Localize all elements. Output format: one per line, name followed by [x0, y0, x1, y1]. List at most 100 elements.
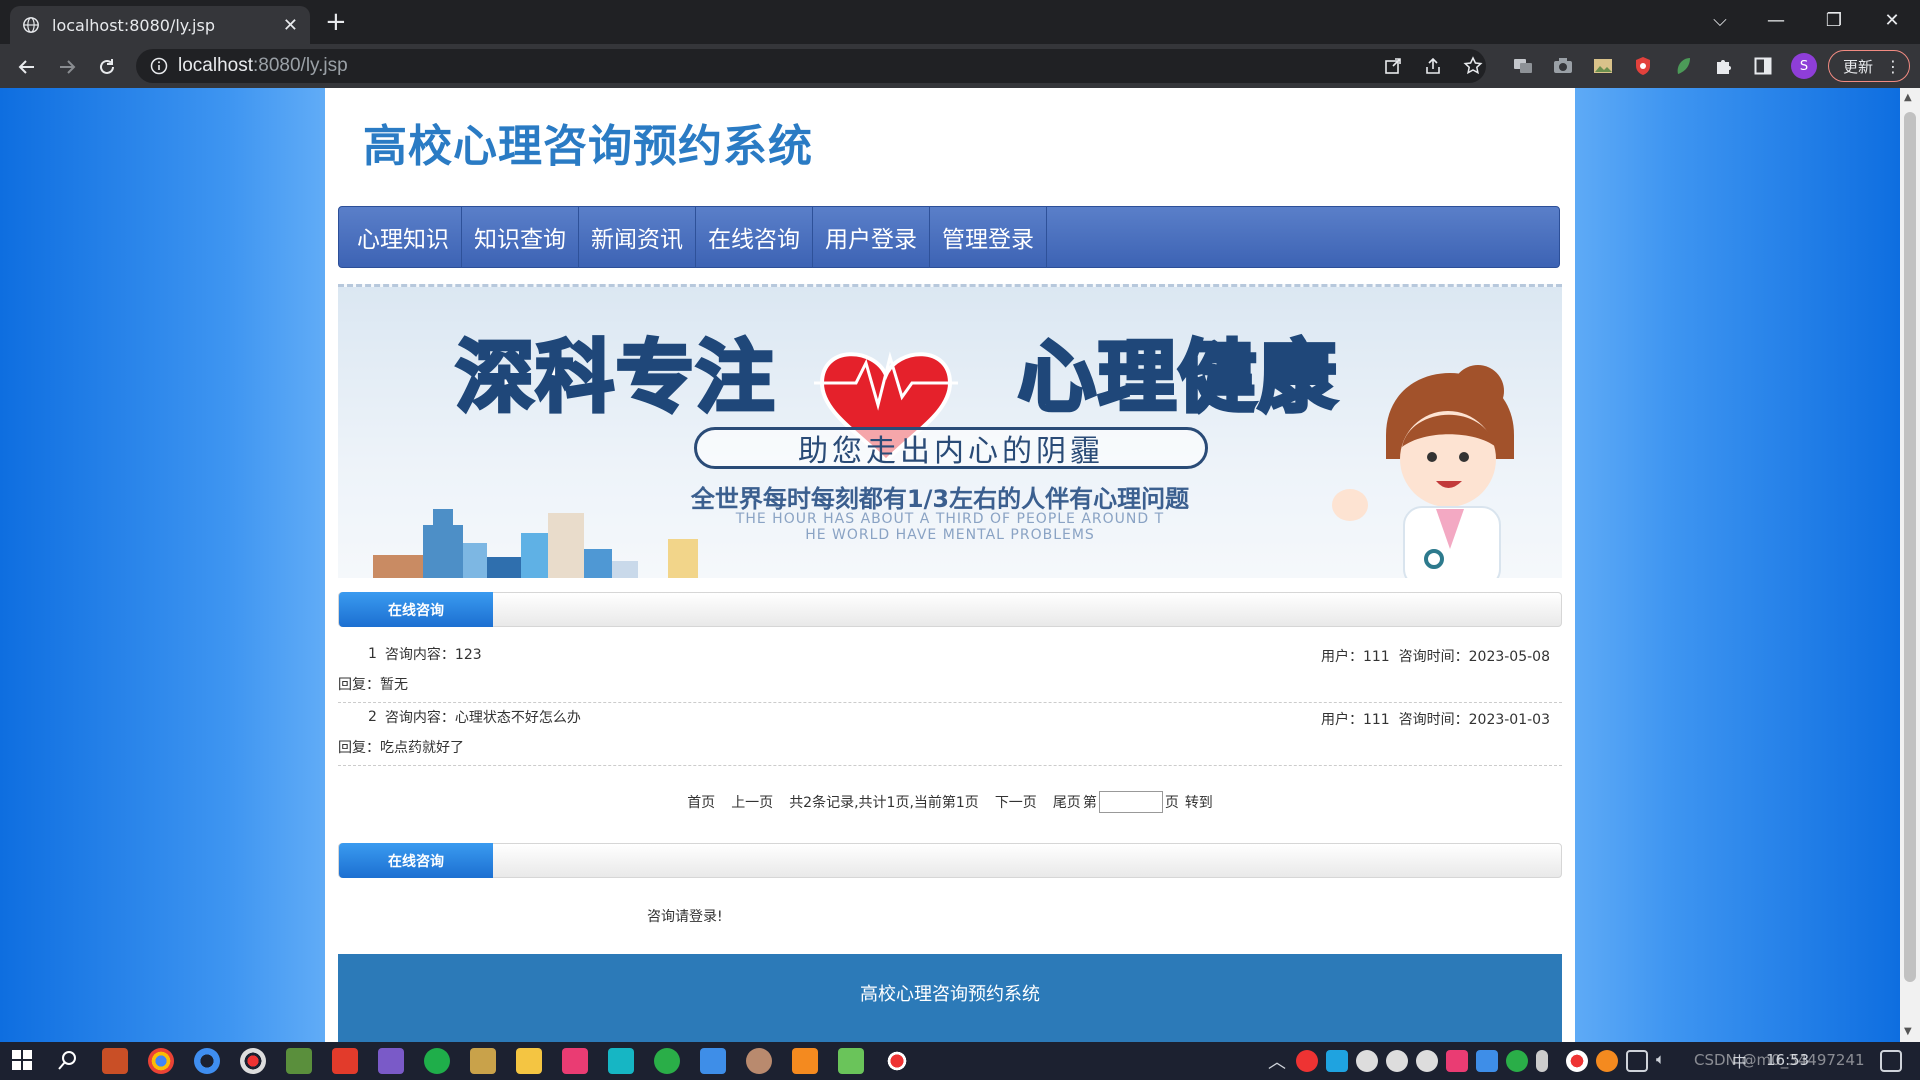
- update-label: 更新: [1843, 57, 1874, 76]
- reload-icon[interactable]: [93, 53, 121, 81]
- scrollbar-thumb[interactable]: [1904, 112, 1916, 982]
- tray-app-icon[interactable]: [1596, 1050, 1618, 1072]
- page-scrollbar[interactable]: ▲ ▼: [1900, 88, 1920, 1042]
- app-icon[interactable]: [470, 1048, 496, 1074]
- camera-extension-icon[interactable]: [1550, 53, 1576, 79]
- tray-qq-icon[interactable]: [1386, 1050, 1408, 1072]
- close-tab-icon[interactable]: ✕: [283, 15, 298, 36]
- edge-icon[interactable]: [194, 1048, 220, 1074]
- wechat-icon[interactable]: [654, 1048, 680, 1074]
- image-extension-icon[interactable]: [1590, 53, 1616, 79]
- entry-reply: 回复：暂无: [338, 677, 408, 693]
- pager-first-link[interactable]: 首页: [687, 792, 715, 812]
- app-icon[interactable]: [746, 1048, 772, 1074]
- browser-tab-strip: localhost:8080/ly.jsp ✕ + ⌵ — ❐ ✕: [0, 0, 1920, 44]
- pager-goto-link[interactable]: 转到: [1185, 792, 1213, 812]
- volume-icon[interactable]: 🔈︎: [1656, 1050, 1665, 1068]
- entry-content: 咨询内容：心理状态不好怎么办: [384, 710, 581, 726]
- tray-mic-icon[interactable]: [1536, 1050, 1548, 1072]
- window-close-icon[interactable]: ✕: [1864, 0, 1920, 40]
- tray-overflow-icon[interactable]: ︿: [1268, 1048, 1286, 1074]
- notification-icon[interactable]: [1880, 1050, 1902, 1072]
- app-icon[interactable]: [838, 1048, 864, 1074]
- consult-section-header: 在线咨询: [338, 592, 1562, 627]
- open-in-app-icon[interactable]: [1380, 53, 1406, 79]
- banner-line-en-2: HE WORLD HAVE MENTAL PROBLEMS: [805, 527, 1095, 543]
- menu-dots-icon[interactable]: ⋮: [1885, 57, 1901, 76]
- nav-item-psych-knowledge[interactable]: 心理知识: [345, 206, 462, 268]
- entry-user: 用户：111: [1320, 712, 1390, 728]
- address-bar[interactable]: localhost:8080/ly.jsp: [136, 49, 1486, 83]
- tray-qq-icon[interactable]: [1356, 1050, 1378, 1072]
- forward-arrow-icon[interactable]: [53, 53, 81, 81]
- app-icon[interactable]: [378, 1048, 404, 1074]
- minimize-icon[interactable]: —: [1748, 0, 1804, 40]
- file-explorer-icon[interactable]: [516, 1048, 542, 1074]
- update-button[interactable]: 更新 ⋮: [1828, 50, 1910, 82]
- pager-page-input[interactable]: [1098, 791, 1163, 813]
- shield-extension-icon[interactable]: [1630, 53, 1656, 79]
- browser-tab[interactable]: localhost:8080/ly.jsp ✕: [10, 6, 310, 44]
- tab-title: localhost:8080/ly.jsp: [52, 15, 215, 35]
- back-arrow-icon[interactable]: [13, 53, 41, 81]
- tray-record-icon[interactable]: [1566, 1050, 1588, 1072]
- nurse-cartoon: [1332, 365, 1514, 578]
- entry-number: 2: [368, 709, 377, 725]
- extensions-puzzle-icon[interactable]: [1710, 53, 1736, 79]
- banner-heading-left: 深科专注: [454, 331, 777, 425]
- nav-item-admin-login[interactable]: 管理登录: [930, 206, 1047, 268]
- entry-time: 咨询时间：2023-05-08: [1398, 649, 1550, 665]
- nav-item-news[interactable]: 新闻资讯: [579, 206, 696, 268]
- network-icon[interactable]: [1626, 1050, 1648, 1072]
- tab-search-chevron-icon[interactable]: ⌵: [1692, 0, 1748, 40]
- page-container: 高校心理咨询预约系统 心理知识 知识查询 新闻资讯 在线咨询 用户登录 管理登录: [325, 88, 1575, 1042]
- nav-item-online-consult[interactable]: 在线咨询: [696, 206, 813, 268]
- restore-icon[interactable]: ❐: [1806, 0, 1862, 40]
- app-icon[interactable]: [608, 1048, 634, 1074]
- banner-heading-right: 心理健康: [1016, 331, 1339, 425]
- consult-form-section-tab[interactable]: 在线咨询: [339, 843, 493, 878]
- record-icon[interactable]: [884, 1048, 910, 1074]
- app-icon[interactable]: [700, 1048, 726, 1074]
- scroll-up-icon[interactable]: ▲: [1904, 92, 1912, 103]
- bookmark-star-icon[interactable]: [1460, 53, 1486, 79]
- pager-next-link[interactable]: 下一页: [995, 792, 1037, 812]
- login-required-note: 咨询请登录!: [647, 909, 723, 925]
- nav-item-knowledge-search[interactable]: 知识查询: [462, 206, 579, 268]
- app-icon[interactable]: [792, 1048, 818, 1074]
- tray-app-icon[interactable]: [1326, 1050, 1348, 1072]
- tray-wechat-icon[interactable]: [1506, 1050, 1528, 1072]
- refresh-app-icon[interactable]: [424, 1048, 450, 1074]
- app-icon[interactable]: [332, 1048, 358, 1074]
- record-icon[interactable]: [240, 1048, 266, 1074]
- site-info-icon[interactable]: [150, 57, 168, 75]
- tray-app-icon[interactable]: [1446, 1050, 1468, 1072]
- app-icon[interactable]: [286, 1048, 312, 1074]
- chrome-icon[interactable]: [148, 1048, 174, 1074]
- entry-time: 咨询时间：2023-01-03: [1398, 712, 1550, 728]
- share-icon[interactable]: [1420, 53, 1446, 79]
- search-icon[interactable]: [56, 1048, 82, 1074]
- banner-line-cn: 全世界每时每刻都有1/3左右的人伴有心理问题: [690, 485, 1190, 513]
- profile-avatar[interactable]: S: [1791, 53, 1817, 79]
- main-nav: 心理知识 知识查询 新闻资讯 在线咨询 用户登录 管理登录: [338, 206, 1560, 268]
- entry-divider: [338, 702, 1562, 703]
- scroll-down-icon[interactable]: ▼: [1904, 1026, 1912, 1037]
- app-icon[interactable]: [562, 1048, 588, 1074]
- consult-form-section-header: 在线咨询: [338, 843, 1562, 878]
- side-panel-icon[interactable]: [1750, 53, 1776, 79]
- intellij-icon[interactable]: [102, 1048, 128, 1074]
- nav-item-user-login[interactable]: 用户登录: [813, 206, 930, 268]
- pager-page-prefix: 第: [1082, 795, 1097, 811]
- windows-start-icon[interactable]: [10, 1048, 36, 1074]
- url-text: localhost:8080/ly.jsp: [178, 55, 348, 76]
- tray-app-icon[interactable]: [1476, 1050, 1498, 1072]
- pager-prev-link[interactable]: 上一页: [731, 792, 773, 812]
- leaf-extension-icon[interactable]: [1670, 53, 1696, 79]
- translate-extension-icon[interactable]: [1510, 53, 1536, 79]
- new-tab-icon[interactable]: +: [325, 8, 347, 36]
- consult-section-tab[interactable]: 在线咨询: [339, 592, 493, 627]
- tray-app-icon[interactable]: [1296, 1050, 1318, 1072]
- tray-qq-icon[interactable]: [1416, 1050, 1438, 1072]
- pager-last-link[interactable]: 尾页: [1053, 792, 1081, 812]
